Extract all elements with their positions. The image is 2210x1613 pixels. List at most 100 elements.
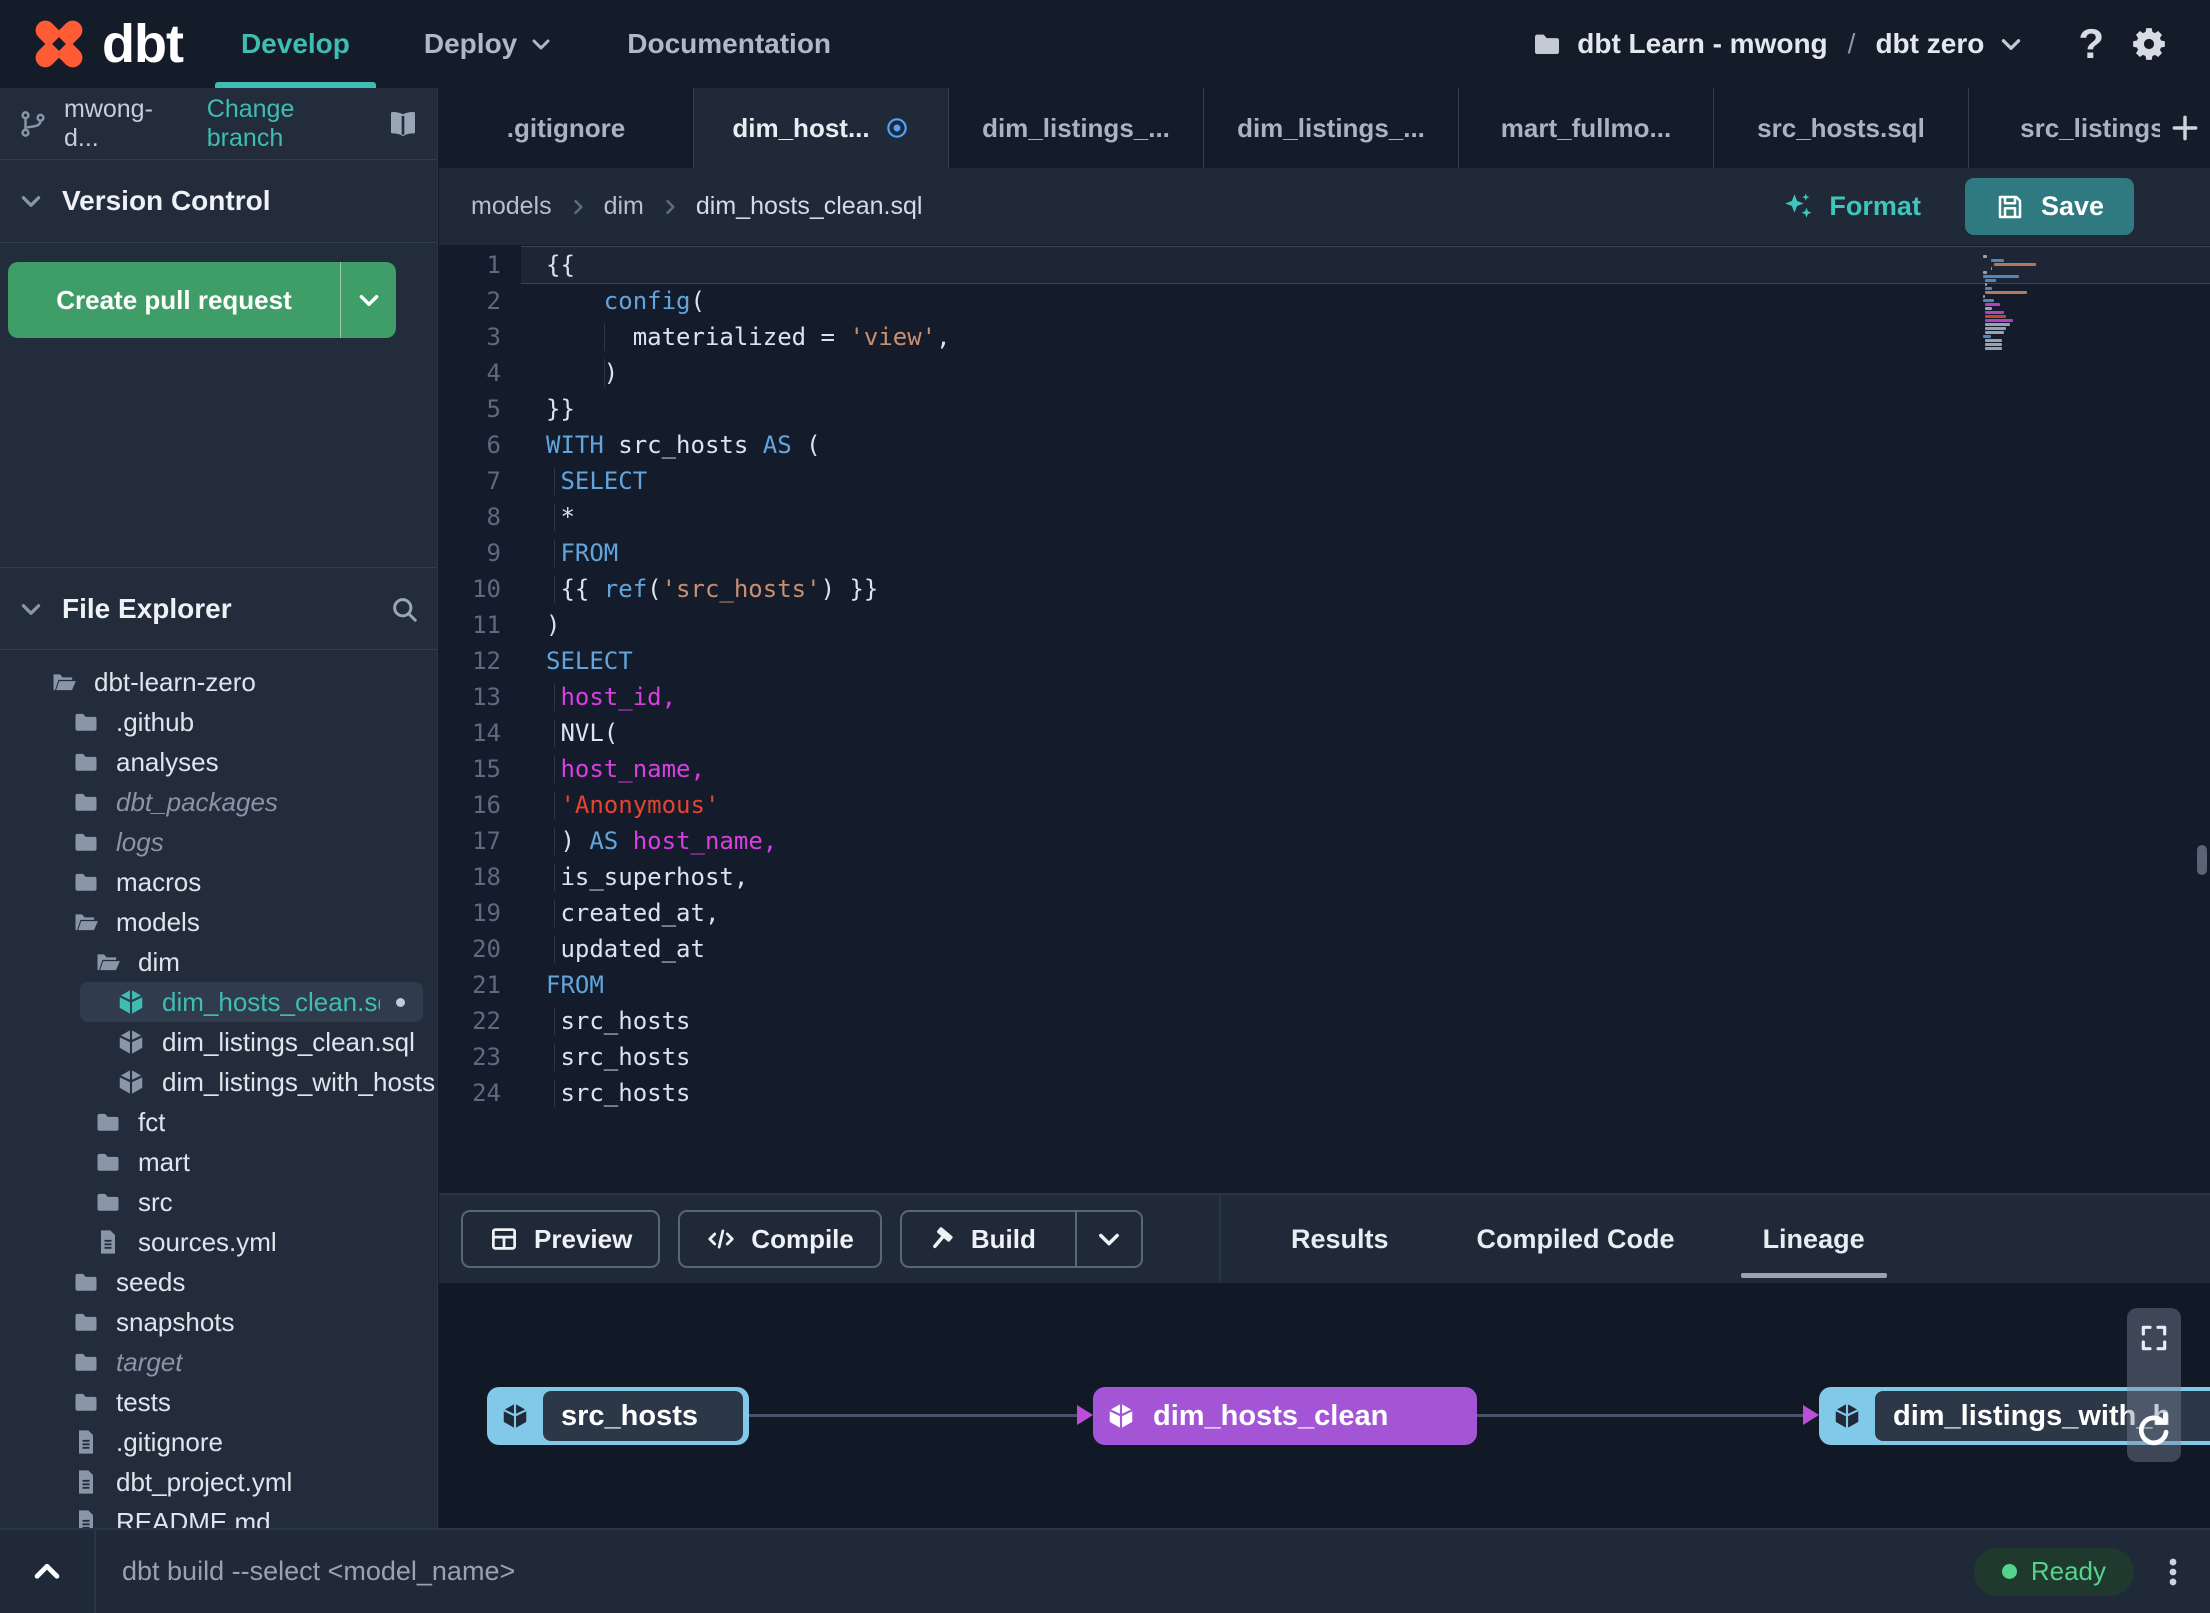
code-line[interactable]: updated_at (521, 931, 2210, 967)
file-tree-item[interactable]: src (0, 1182, 437, 1222)
breadcrumb-file[interactable]: dim_hosts_clean.sql (696, 192, 923, 221)
panel-tab-lineage[interactable]: Lineage (1719, 1195, 1909, 1283)
preview-button[interactable]: Preview (461, 1210, 661, 1268)
code-line[interactable]: host_id, (521, 679, 2210, 715)
file-tree-item[interactable]: dim_listings_clean.sql (0, 1022, 437, 1062)
kebab-menu-icon[interactable] (2156, 1555, 2190, 1589)
code-line[interactable]: materialized = 'view', (521, 319, 2210, 355)
create-pull-request-button[interactable]: Create pull request (8, 262, 396, 338)
file-tree-item[interactable]: models (0, 902, 437, 942)
code-line[interactable]: created_at, (521, 895, 2210, 931)
nav-documentation[interactable]: Documentation (627, 0, 831, 88)
file-tree-item[interactable]: fct (0, 1102, 437, 1142)
version-control-header[interactable]: Version Control (0, 160, 437, 243)
code-line[interactable]: * (521, 499, 2210, 535)
nav-deploy[interactable]: Deploy (424, 0, 553, 88)
new-tab-button[interactable] (2160, 88, 2210, 168)
code-line[interactable]: ) (521, 607, 2210, 643)
file-tree-item[interactable]: dim_listings_with_hosts... (0, 1062, 437, 1102)
lineage-node[interactable]: dim_hosts_clean (1093, 1387, 1477, 1445)
editor-tab[interactable]: dim_host... (694, 88, 949, 168)
current-branch-name[interactable]: mwong-d... (64, 95, 183, 153)
fullscreen-icon[interactable] (2138, 1322, 2170, 1354)
file-tree-item[interactable]: .github (0, 702, 437, 742)
file-tree-item[interactable]: analyses (0, 742, 437, 782)
editor-tab[interactable]: src_hosts.sql (1714, 88, 1969, 168)
code-line[interactable]: src_hosts (521, 1003, 2210, 1039)
panel-tab-results[interactable]: Results (1247, 1195, 1433, 1283)
minimap[interactable] (1983, 255, 2055, 351)
save-floppy-icon (1995, 192, 2025, 222)
format-button[interactable]: Format (1781, 190, 1921, 224)
lineage-canvas[interactable]: src_hosts dim_hosts_clean dim_listings_wit… (439, 1283, 2210, 1528)
file-tree-item[interactable]: dbt_project.yml (0, 1462, 437, 1502)
dbt-logo[interactable]: dbt (28, 13, 184, 75)
code-line[interactable]: config( (521, 283, 2210, 319)
help-icon[interactable]: ? (2078, 20, 2104, 68)
code-line[interactable]: {{ (521, 247, 2210, 283)
compile-button[interactable]: Compile (678, 1210, 882, 1268)
code-line[interactable]: {{ ref('src_hosts') }} (521, 571, 2210, 607)
code-editor[interactable]: 1 2 3 4 5 6 7 8 9 10 11 12 13 14 15 16 17 18 19 20 21 22 23 24 … (439, 245, 2210, 1193)
lineage-node[interactable]: src_hosts (487, 1387, 749, 1445)
file-tree-item[interactable]: seeds (0, 1262, 437, 1302)
breadcrumb-dim[interactable]: dim (604, 192, 644, 221)
code-line[interactable]: ) (521, 355, 2210, 391)
code-line[interactable]: ) AS host_name, (521, 823, 2210, 859)
folder-icon (72, 708, 100, 736)
editor-scrollbar-thumb[interactable] (2197, 845, 2207, 875)
file-tree-item[interactable]: .gitignore (0, 1422, 437, 1462)
code-line[interactable]: NVL( (521, 715, 2210, 751)
editor-tab[interactable]: .gitignore (439, 88, 694, 168)
editor-tab[interactable]: mart_fullmo... (1459, 88, 1714, 168)
file-tree-item[interactable]: sources.yml (0, 1222, 437, 1262)
code-line[interactable]: }} (521, 391, 2210, 427)
panel-tab-compiled-code[interactable]: Compiled Code (1433, 1195, 1719, 1283)
file-tree-item-label: target (116, 1346, 183, 1377)
code-line[interactable]: FROM (521, 535, 2210, 571)
code-line[interactable]: is_superhost, (521, 859, 2210, 895)
editor-tab[interactable]: src_listings. (1969, 88, 2160, 168)
build-button[interactable]: Build (899, 1210, 1143, 1268)
editor-tab[interactable]: dim_listings_... (949, 88, 1204, 168)
code-line[interactable]: host_name, (521, 751, 2210, 787)
docs-book-icon[interactable] (387, 108, 419, 140)
settings-gear-icon[interactable] (2130, 25, 2168, 63)
file-tree-item[interactable]: snapshots (0, 1302, 437, 1342)
change-branch-link[interactable]: Change branch (207, 95, 371, 153)
project-switcher[interactable]: dbt Learn - mwong / dbt zero (1531, 28, 2024, 60)
code-area[interactable]: {{ config( materialized = 'view', )}} WIT… (521, 245, 2210, 1193)
file-tree-item[interactable]: dim (0, 942, 437, 982)
editor-tab-label: .gitignore (506, 112, 626, 143)
file-tree-item[interactable]: tests (0, 1382, 437, 1422)
file-explorer-header[interactable]: File Explorer (0, 567, 437, 650)
refresh-icon[interactable] (2132, 1408, 2176, 1452)
code-line[interactable]: WITH src_hosts AS ( (521, 427, 2210, 463)
file-tree: dbt-learn-zero .github analyses dbt_package… (0, 650, 437, 1528)
nav-develop[interactable]: Develop (214, 0, 376, 88)
file-tree-item[interactable]: dbt-learn-zero (0, 662, 437, 702)
command-input[interactable]: dbt build --select <model_name> (122, 1556, 515, 1587)
code-line[interactable]: FROM (521, 967, 2210, 1003)
file-tree-item[interactable]: dim_hosts_clean.sql (80, 982, 423, 1022)
file-tree-item[interactable]: target (0, 1342, 437, 1382)
save-button[interactable]: Save (1964, 178, 2134, 235)
search-icon[interactable] (389, 594, 419, 624)
build-dropdown[interactable] (1074, 1212, 1141, 1266)
line-number: 16 (472, 791, 501, 819)
file-tree-item[interactable]: dbt_packages (0, 782, 437, 822)
code-line[interactable]: 'Anonymous' (521, 787, 2210, 823)
breadcrumb-models[interactable]: models (471, 192, 552, 221)
code-line[interactable]: SELECT (521, 463, 2210, 499)
file-tree-item[interactable]: README.md (0, 1502, 437, 1528)
account-name: dbt Learn - mwong (1577, 28, 1828, 59)
editor-tab[interactable]: dim_listings_... (1204, 88, 1459, 168)
file-tree-item[interactable]: logs (0, 822, 437, 862)
create-pr-dropdown[interactable] (340, 262, 396, 338)
code-line[interactable]: src_hosts (521, 1075, 2210, 1111)
code-line[interactable]: SELECT (521, 643, 2210, 679)
expand-command-panel-chevron[interactable] (0, 1555, 94, 1589)
file-tree-item[interactable]: mart (0, 1142, 437, 1182)
file-tree-item[interactable]: macros (0, 862, 437, 902)
code-line[interactable]: src_hosts (521, 1039, 2210, 1075)
